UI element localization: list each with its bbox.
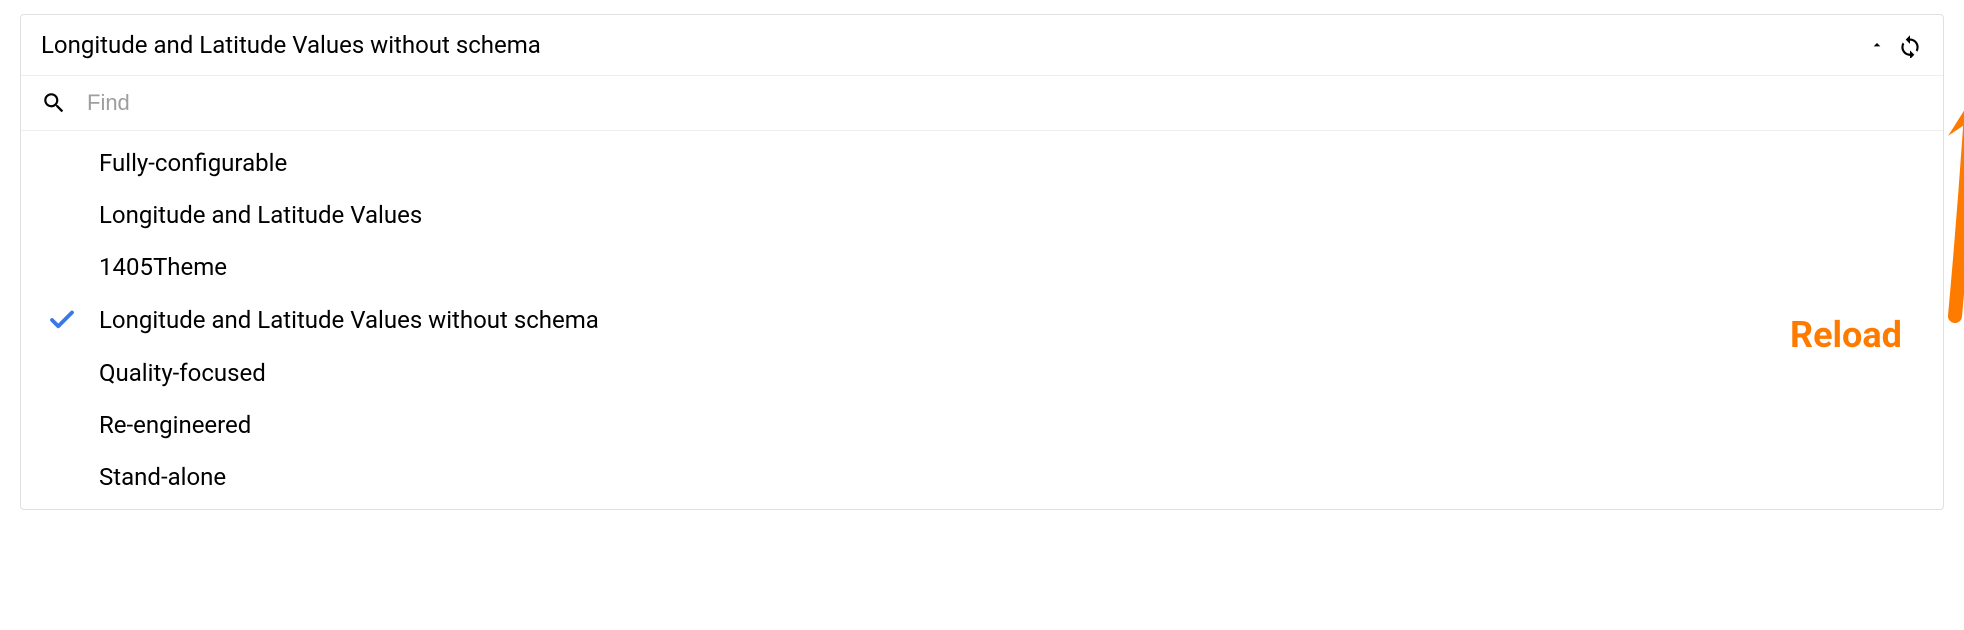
- option-item-selected[interactable]: Longitude and Latitude Values without sc…: [21, 293, 1943, 347]
- dropdown-panel: Longitude and Latitude Values without sc…: [20, 14, 1944, 510]
- option-label: Fully-configurable: [99, 149, 287, 177]
- option-label: Longitude and Latitude Values: [99, 201, 422, 229]
- dropdown-selected-value: Longitude and Latitude Values without sc…: [41, 31, 541, 59]
- reload-icon[interactable]: [1897, 32, 1923, 58]
- option-item[interactable]: 1405Theme: [21, 241, 1943, 293]
- option-label: Longitude and Latitude Values without sc…: [99, 306, 599, 334]
- collapse-icon[interactable]: [1869, 37, 1885, 53]
- option-label: Quality-focused: [99, 359, 266, 387]
- option-item[interactable]: Re-engineered: [21, 399, 1943, 451]
- search-input[interactable]: [87, 90, 1923, 116]
- search-row: [21, 76, 1943, 131]
- search-icon: [41, 90, 67, 116]
- option-item[interactable]: Quality-focused: [21, 347, 1943, 399]
- option-list: Fully-configurable Longitude and Latitud…: [21, 131, 1943, 509]
- header-icon-group: [1869, 32, 1923, 58]
- option-item[interactable]: Longitude and Latitude Values: [21, 189, 1943, 241]
- option-label: Stand-alone: [99, 463, 226, 491]
- option-label: Re-engineered: [99, 411, 251, 439]
- option-item[interactable]: Stand-alone: [21, 451, 1943, 503]
- option-item[interactable]: Fully-configurable: [21, 137, 1943, 189]
- dropdown-header[interactable]: Longitude and Latitude Values without sc…: [21, 15, 1943, 76]
- option-label: 1405Theme: [99, 253, 227, 281]
- check-icon: [41, 305, 83, 335]
